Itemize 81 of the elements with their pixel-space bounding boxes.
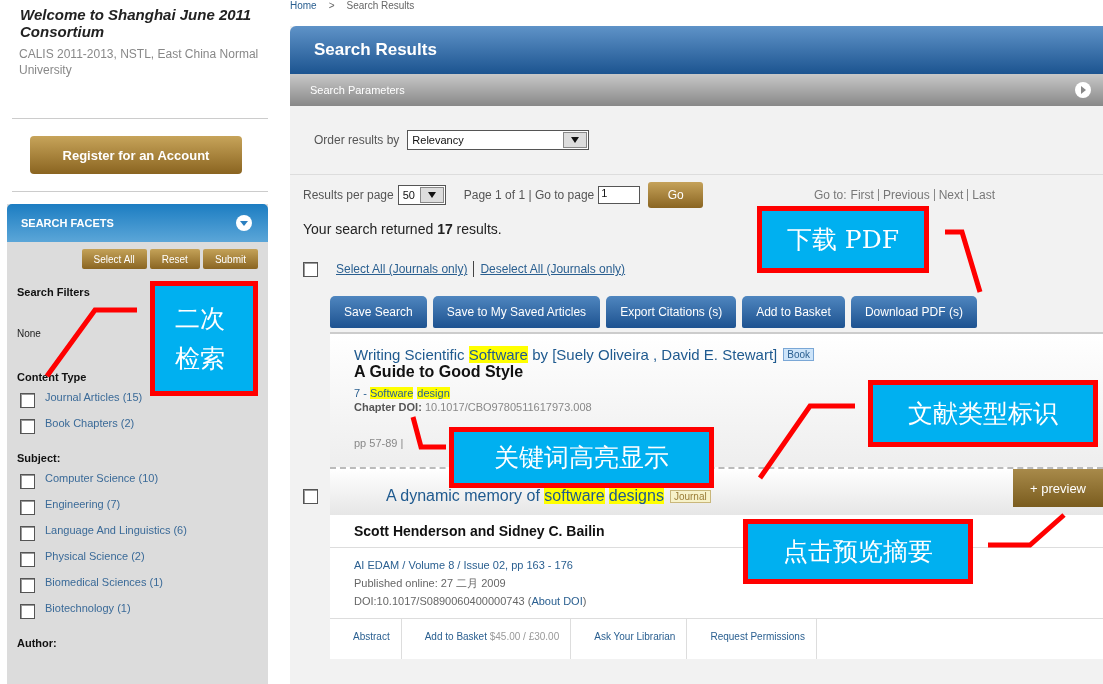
facet-link[interactable]: Biotechnology (1) — [45, 602, 131, 614]
annotation-callout: 关键词高亮显示 — [449, 427, 714, 488]
go-button[interactable]: Go — [648, 182, 704, 208]
page-info: Page 1 of 1 | Go to page — [463, 188, 595, 202]
preview-button[interactable]: + preview — [1013, 469, 1103, 507]
checkbox[interactable] — [20, 418, 35, 434]
select-all-checkbox[interactable] — [303, 261, 318, 277]
empty-filter-text: None — [17, 328, 42, 339]
expand-icon[interactable] — [1075, 82, 1091, 98]
facet-button[interactable]: Select All — [81, 249, 147, 269]
pagination-link[interactable]: First — [850, 188, 874, 202]
published-date: Published online: 27 二月 2009 — [354, 576, 506, 591]
goto-label: Go to: — [813, 188, 847, 202]
pagination-link[interactable]: Next — [938, 188, 964, 202]
annotation-callout: 下载 PDF — [757, 206, 929, 273]
facet-link[interactable]: Journal Articles (15) — [45, 391, 143, 403]
result-title-link[interactable]: A dynamic memory of software designs — [386, 487, 664, 505]
result-checkbox[interactable] — [302, 489, 318, 504]
pagination-link[interactable]: Previous — [882, 188, 930, 202]
page-input[interactable]: 1 — [598, 186, 641, 204]
facet-heading: Content Type — [17, 371, 88, 383]
annotation-callout: 二次检索 — [150, 281, 258, 396]
pages-text: pp 57-89 | — [354, 437, 404, 449]
select-link[interactable]: Select All (Journals only) — [336, 262, 468, 276]
doi-paren: ) — [582, 594, 587, 609]
result-action-link[interactable]: Add to Basket $45.00 / £30.00 — [401, 619, 572, 659]
result-title-link[interactable]: Writing Scientific Software by [Suely Oliveira , David E. Stewart] — [354, 346, 778, 363]
leader-line — [945, 229, 983, 293]
facet-button[interactable]: Reset — [149, 249, 200, 269]
chapter-link[interactable]: 7 - Software design — [354, 387, 450, 399]
checkbox[interactable] — [20, 473, 35, 489]
facet-heading: Search Filters — [17, 286, 91, 298]
pagination-link[interactable]: Last — [972, 188, 995, 202]
action-button[interactable]: Export Citations (s) — [606, 296, 737, 328]
per-page-dropdown[interactable]: 50 — [397, 185, 446, 205]
select-link[interactable]: Deselect All (Journals only) — [480, 262, 626, 276]
facet-link[interactable]: Language And Linguistics (6) — [45, 524, 187, 536]
facet-link[interactable]: Book Chapters (2) — [45, 417, 135, 429]
facet-link[interactable]: Computer Science (10) — [45, 472, 159, 484]
result-count-text: Your search returned 17 results. — [303, 221, 502, 237]
checkbox[interactable] — [20, 499, 35, 515]
annotation-callout: 文献类型标识 — [868, 380, 1098, 447]
facet-heading: Subject: — [17, 452, 62, 464]
facet-heading: Author: — [17, 637, 58, 649]
breadcrumb-separator: > — [328, 0, 335, 13]
about-doi-link[interactable]: About DOI — [531, 592, 583, 610]
order-dropdown[interactable]: Relevancy — [407, 130, 590, 150]
per-page-label: Results per page — [303, 188, 394, 202]
order-label: Order results by — [314, 133, 400, 147]
result-action-link[interactable]: Ask Your Librarian — [571, 619, 688, 659]
result-action-link[interactable]: Request Permissions — [687, 619, 817, 659]
checkbox[interactable] — [20, 577, 35, 593]
leader-line — [410, 416, 446, 450]
facet-link[interactable]: Physical Science (2) — [45, 550, 145, 562]
document-type-tag: Journal — [669, 489, 711, 503]
breadcrumb-item[interactable]: Home — [290, 0, 317, 26]
checkbox[interactable] — [20, 551, 35, 567]
citation-link[interactable]: AI EDAM / Volume 8 / Issue 02, pp 163 - 176 — [354, 556, 573, 574]
facet-link[interactable]: Engineering (7) — [45, 498, 121, 510]
dropdown-arrow-icon[interactable] — [427, 192, 436, 198]
action-button[interactable]: Save to My Saved Articles — [432, 296, 601, 328]
action-button[interactable]: Save Search — [330, 296, 427, 328]
page-title-bar: Search Results — [290, 26, 1103, 74]
checkbox[interactable] — [20, 603, 35, 619]
action-button[interactable]: Add to Basket — [742, 296, 845, 328]
facet-button[interactable]: Submit — [202, 249, 258, 269]
dropdown-arrow-icon[interactable] — [571, 137, 580, 143]
action-button[interactable]: Download PDF (s) — [850, 296, 977, 328]
result-subtitle: A Guide to Good Style — [354, 363, 525, 381]
checkbox[interactable] — [20, 525, 35, 541]
institution-text: CALIS 2011-2013, NSTL, East China Normal University — [19, 46, 260, 78]
result-action-link[interactable]: Abstract — [330, 619, 402, 659]
breadcrumb-item: Search Results — [346, 0, 415, 13]
facet-link[interactable]: Biomedical Sciences (1) — [45, 576, 163, 588]
register-button[interactable]: Register for an Account — [30, 136, 242, 174]
document-type-tag: Book — [783, 348, 815, 361]
welcome-heading: Welcome to Shanghai June 2011 Consortium — [20, 6, 253, 40]
facets-title: SEARCH FACETS — [21, 217, 114, 229]
doi-text: DOI:10.1017/S0890060400000743 ( — [354, 594, 532, 609]
checkbox[interactable] — [20, 392, 35, 408]
collapse-icon[interactable] — [236, 215, 252, 231]
